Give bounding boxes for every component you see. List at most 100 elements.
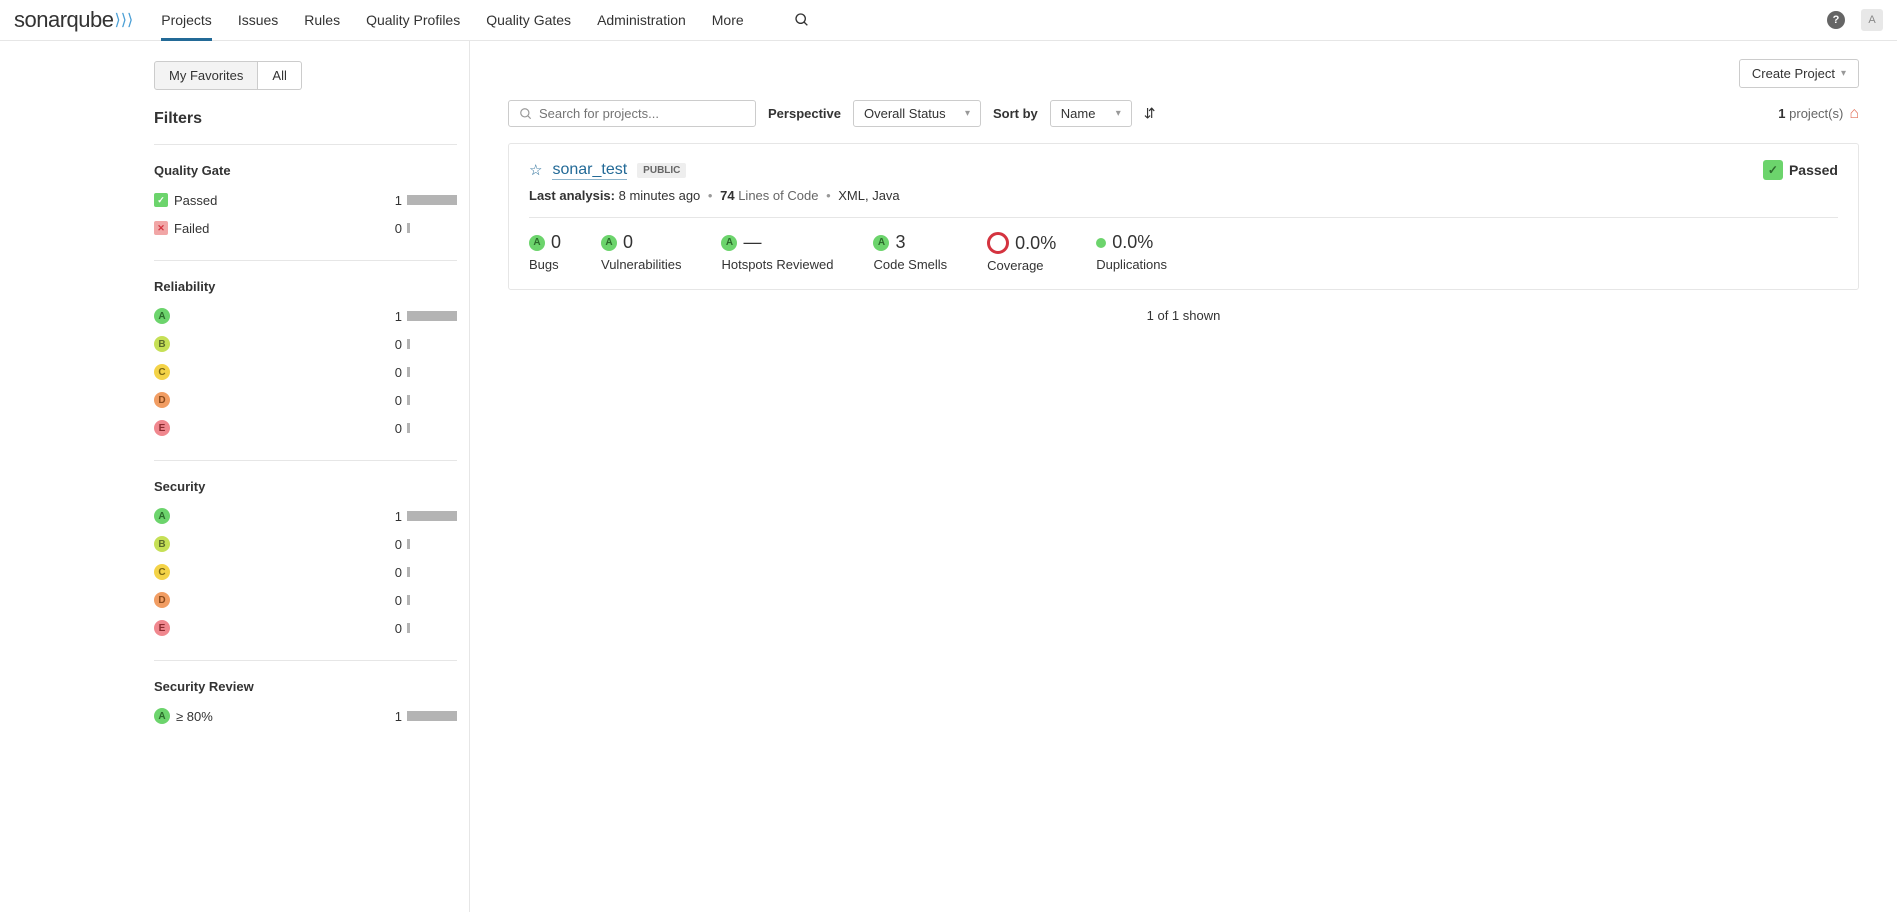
nav-rules[interactable]: Rules <box>304 0 340 41</box>
perspective-value: Overall Status <box>864 106 946 121</box>
tab-all[interactable]: All <box>258 61 301 90</box>
favorite-star-icon[interactable]: ☆ <box>529 161 542 179</box>
logo[interactable]: sonarqube⟩⟩⟩ <box>14 7 133 33</box>
chevron-down-icon: ▾ <box>965 108 970 119</box>
filter-count: 0 <box>386 421 402 436</box>
filter-count: 0 <box>386 621 402 636</box>
failed-icon: ✕ <box>154 221 168 235</box>
nav-projects[interactable]: Projects <box>161 0 212 41</box>
filter-count: 0 <box>386 393 402 408</box>
metric-hotspots[interactable]: A — Hotspots Reviewed <box>721 232 833 273</box>
main-content: Create Project ▾ Perspective Overall Sta… <box>470 41 1897 912</box>
metric-bugs[interactable]: A 0 Bugs <box>529 232 561 273</box>
filter-count-passed: 1 <box>386 193 402 208</box>
sort-value: Name <box>1061 106 1096 121</box>
rating-threshold: ≥ 80% <box>176 709 213 724</box>
project-name-link[interactable]: sonar_test <box>552 161 627 180</box>
filter-row-rating-D[interactable]: D0 <box>154 390 457 410</box>
filter-row-rating-E[interactable]: E0 <box>154 618 457 638</box>
rating-badge: E <box>154 620 170 636</box>
shown-count: 1 of 1 shown <box>508 308 1859 323</box>
metric-value: 0.0% <box>1015 233 1056 254</box>
metric-value: — <box>743 232 761 253</box>
metric-vulnerabilities[interactable]: A 0 Vulnerabilities <box>601 232 681 273</box>
rating-badge: A <box>721 235 737 251</box>
filter-row-passed[interactable]: ✓ Passed 1 <box>154 190 457 210</box>
filter-row-rating-C[interactable]: C0 <box>154 562 457 582</box>
tab-my-favorites[interactable]: My Favorites <box>154 61 258 90</box>
metric-value: 0.0% <box>1112 232 1153 253</box>
rating-badge: A <box>873 235 889 251</box>
filter-label-failed: Failed <box>174 221 209 236</box>
project-search-box[interactable] <box>508 100 756 127</box>
avatar[interactable]: A <box>1861 9 1883 31</box>
rating-badge: A <box>154 508 170 524</box>
metric-coverage[interactable]: 0.0% Coverage <box>987 232 1056 273</box>
filter-row-rating-E[interactable]: E0 <box>154 418 457 438</box>
project-count: 1 project(s) ⌂ <box>1778 105 1859 123</box>
metric-value: 3 <box>895 232 905 253</box>
rating-badge: A <box>154 308 170 324</box>
filter-header-quality-gate: Quality Gate <box>154 163 457 178</box>
filter-row-rating-A[interactable]: A1 <box>154 506 457 526</box>
rating-badge: A <box>154 708 170 724</box>
duplication-dot-icon <box>1096 238 1106 248</box>
filter-count-failed: 0 <box>386 221 402 236</box>
toolbar: Perspective Overall Status ▾ Sort by Nam… <box>508 100 1859 127</box>
chevron-down-icon: ▾ <box>1841 68 1846 79</box>
nav-issues[interactable]: Issues <box>238 0 278 41</box>
filter-row-rating-A[interactable]: A1 <box>154 306 457 326</box>
rating-badge: A <box>601 235 617 251</box>
metrics-row: A 0 Bugs A 0 Vulnerabilities A — <box>529 217 1838 273</box>
filter-header-security: Security <box>154 479 457 494</box>
filter-count: 0 <box>386 337 402 352</box>
home-icon[interactable]: ⌂ <box>1849 105 1859 123</box>
nav-administration[interactable]: Administration <box>597 0 686 41</box>
rating-badge: B <box>154 536 170 552</box>
filter-count: 1 <box>386 709 402 724</box>
nav-quality-profiles[interactable]: Quality Profiles <box>366 0 460 41</box>
create-project-label: Create Project <box>1752 66 1835 81</box>
filter-row-rating-B[interactable]: B0 <box>154 334 457 354</box>
search-icon <box>519 107 533 121</box>
nav-quality-gates[interactable]: Quality Gates <box>486 0 571 41</box>
search-icon[interactable] <box>794 12 810 28</box>
filter-section-quality-gate: Quality Gate ✓ Passed 1 ✕ Failed 0 <box>154 144 457 260</box>
rating-badge: E <box>154 420 170 436</box>
filters-title: Filters <box>154 110 457 128</box>
project-search-input[interactable] <box>539 106 745 121</box>
rating-badge: B <box>154 336 170 352</box>
perspective-dropdown[interactable]: Overall Status ▾ <box>853 100 981 127</box>
filter-row-rating-B[interactable]: B0 <box>154 534 457 554</box>
project-meta: Last analysis: 8 minutes ago • 74 Lines … <box>529 188 1838 203</box>
quality-gate-label: Passed <box>1789 162 1838 178</box>
sort-direction-icon[interactable]: ⇵ <box>1144 105 1156 122</box>
filter-count: 1 <box>386 309 402 324</box>
filter-row-rating-C[interactable]: C0 <box>154 362 457 382</box>
top-navbar: sonarqube⟩⟩⟩ Projects Issues Rules Quali… <box>0 0 1897 41</box>
coverage-ring-icon <box>987 232 1009 254</box>
chevron-down-icon: ▾ <box>1116 108 1121 119</box>
metric-label: Duplications <box>1096 257 1167 272</box>
metric-value: 0 <box>623 232 633 253</box>
filter-row-rating-A[interactable]: A ≥ 80% 1 <box>154 706 457 726</box>
filter-row-rating-D[interactable]: D0 <box>154 590 457 610</box>
filter-header-security-review: Security Review <box>154 679 457 694</box>
sort-label: Sort by <box>993 106 1038 121</box>
rating-badge: D <box>154 592 170 608</box>
nav-more[interactable]: More <box>712 0 744 41</box>
help-icon[interactable]: ? <box>1827 11 1845 29</box>
create-project-button[interactable]: Create Project ▾ <box>1739 59 1859 88</box>
visibility-badge: PUBLIC <box>637 163 686 178</box>
filter-label-passed: Passed <box>174 193 217 208</box>
project-card: ☆ sonar_test PUBLIC ✓ Passed Last analys… <box>508 143 1859 290</box>
sort-dropdown[interactable]: Name ▾ <box>1050 100 1132 127</box>
metric-code-smells[interactable]: A 3 Code Smells <box>873 232 947 273</box>
filter-row-failed[interactable]: ✕ Failed 0 <box>154 218 457 238</box>
rating-badge: D <box>154 392 170 408</box>
metric-label: Coverage <box>987 258 1056 273</box>
passed-icon: ✓ <box>154 193 168 207</box>
filter-section-reliability: Reliability A1B0C0D0E0 <box>154 260 457 460</box>
perspective-label: Perspective <box>768 106 841 121</box>
metric-duplications[interactable]: 0.0% Duplications <box>1096 232 1167 273</box>
